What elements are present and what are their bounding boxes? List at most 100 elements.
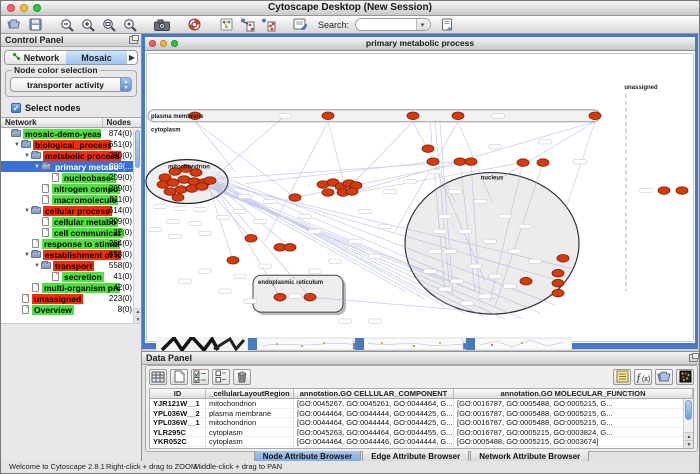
expanded-triangle-icon[interactable]: ▼ (23, 208, 31, 214)
column-header[interactable]: annotation.GO CELLULAR_COMPONENT (294, 389, 454, 398)
table-cell[interactable]: [GO:0044464, GO:0044444, GO:0044425, G..… (294, 409, 454, 418)
network-canvas[interactable]: plasma membranecytoplasmmitochondrionnuc… (145, 52, 695, 343)
select-attributes-icon[interactable] (191, 369, 209, 385)
tree-scrollbar[interactable]: ▲▼ (133, 128, 141, 323)
scroll-down-arrow[interactable]: ▼ (684, 440, 694, 448)
search-options-icon[interactable] (438, 17, 456, 33)
table-row[interactable]: YLR295Ccytoplasm[GO:0045263, GO:0044464,… (150, 428, 693, 438)
expanded-triangle-icon[interactable]: ▼ (23, 153, 31, 159)
tree-row[interactable]: cellular metabo209(0) (1, 216, 141, 227)
minimized-window-dark[interactable] (156, 337, 248, 351)
network-graph[interactable]: plasma membranecytoplasmmitochondrionnuc… (145, 52, 695, 343)
table-row[interactable]: YDR039C__1mitochondrion[GO:0044464, GO:0… (150, 447, 693, 450)
table-cell[interactable]: YPL036W__1 (150, 418, 206, 427)
tree-row[interactable]: ▼transport558(0) (1, 260, 141, 271)
delete-attribute-icon[interactable] (233, 369, 251, 385)
table-cell[interactable]: [GO:0016787, GO:0005488, GO:0005215, G..… (454, 447, 693, 450)
plasma-membrane-region[interactable] (148, 110, 600, 122)
tree-row[interactable]: ▼primary metabo209(... (1, 161, 141, 172)
expanded-triangle-icon[interactable]: ▼ (33, 263, 41, 269)
tab-mosaic[interactable]: Mosaic (66, 51, 127, 64)
tree-row[interactable]: secretion41(0) (1, 271, 141, 282)
column-header[interactable]: ID (150, 389, 206, 398)
background-windows[interactable] (152, 337, 572, 351)
layout-edges-icon[interactable] (259, 17, 277, 33)
table-cell[interactable]: [GO:0005488, GO:0005215, GO:0003674] (454, 437, 693, 446)
search-input[interactable] (356, 19, 416, 30)
scrollbar-thumb[interactable] (685, 400, 692, 420)
tree-row[interactable]: multi-organism pro42(0) (1, 282, 141, 293)
table-cell[interactable]: YLR295C (150, 428, 206, 437)
tree-row[interactable]: cell communicat22(0) (1, 227, 141, 238)
table-cell[interactable]: YJR121W__1 (150, 399, 206, 408)
table-cell[interactable]: mitochondrion (206, 399, 294, 408)
snapshot-icon[interactable] (153, 17, 171, 33)
annotation-icon[interactable] (291, 17, 309, 33)
network-overview-icon[interactable] (217, 17, 235, 33)
tree-row[interactable]: mosaic-demo-yeast874(0) (1, 128, 141, 139)
expanded-triangle-icon[interactable]: ▼ (13, 142, 21, 148)
float-data-panel-icon[interactable] (689, 354, 698, 362)
table-cell[interactable]: [GO:0045267, GO:0045261, GO:0044464, G..… (294, 399, 454, 408)
table-cell[interactable]: [GO:0016787, GO:0005488, GO:0005215, G..… (454, 409, 693, 418)
attribute-editor-icon[interactable] (613, 369, 631, 385)
table-scrollbar[interactable]: ▲ ▼ (683, 399, 693, 448)
table-cell[interactable]: mitochondrion (206, 418, 294, 427)
table-cell[interactable]: mitochondrion (206, 447, 294, 450)
tab-network[interactable]: Network (5, 51, 66, 64)
tree-row[interactable]: ▼cellular process614(0) (1, 205, 141, 216)
zoom-fit-icon[interactable] (100, 17, 118, 33)
table-cell[interactable]: YKR052C (150, 437, 206, 446)
unselect-attributes-icon[interactable] (212, 369, 230, 385)
zoom-in-icon[interactable] (79, 17, 97, 33)
tree-row[interactable]: Overview8(0) (1, 304, 141, 315)
table-row[interactable]: YPL036W__1mitochondrion[GO:0044464, GO:0… (150, 418, 693, 428)
tree-scrollbar-thumb[interactable] (135, 130, 140, 168)
minimized-window-1[interactable] (248, 338, 353, 350)
layout-nodes-icon[interactable] (238, 17, 256, 33)
table-cell[interactable]: [GO:0045263, GO:0044464, GO:0044455, G..… (294, 428, 454, 437)
scroll-up-arrow[interactable]: ▲ (684, 432, 694, 440)
tab-overflow-arrow[interactable]: ▶ (127, 53, 137, 62)
table-row[interactable]: YPL036W__2plasma membrane[GO:0044464, GO… (150, 409, 693, 419)
tree-row[interactable]: unassigned223(0) (1, 293, 141, 304)
network-view-titlebar[interactable]: primary metabolic process (145, 37, 695, 51)
import-attributes-icon[interactable] (655, 369, 673, 385)
table-cell[interactable]: [GO:0016787, GO:0005488, GO:0005215, G..… (454, 418, 693, 427)
tree-row[interactable]: response to stimulu264(0) (1, 238, 141, 249)
tree-row[interactable]: nitrogen compo209(0) (1, 183, 141, 194)
tree-row[interactable]: ▼metabolic process280(0) (1, 150, 141, 161)
table-cell[interactable]: YPL036W__2 (150, 409, 206, 418)
tree-row[interactable]: ▼establishment of lo558(0) (1, 249, 141, 260)
expanded-triangle-icon[interactable]: ▼ (33, 164, 41, 170)
table-row[interactable]: YKR052Ccytoplasm[GO:0044464, GO:0044446,… (150, 437, 693, 447)
table-cell[interactable]: [GO:0016787, GO:0005215, GO:0003824, G..… (454, 428, 693, 437)
attribute-matrix-icon[interactable] (676, 369, 694, 385)
help-icon[interactable] (185, 17, 203, 33)
column-header[interactable]: annotation.GO MOLECULAR_FUNCTION (454, 389, 693, 398)
table-cell[interactable]: cytoplasm (206, 437, 294, 446)
table-cell[interactable]: [GO:0016787, GO:0005488, GO:0005215, G..… (454, 399, 693, 408)
select-nodes-checkbox[interactable]: ✓ (11, 103, 21, 113)
minimized-window-2[interactable] (355, 338, 463, 350)
zoom-out-icon[interactable] (58, 17, 76, 33)
table-cell[interactable]: cytoplasm (206, 428, 294, 437)
tree-row[interactable]: ▼biological_process651(0) (1, 139, 141, 150)
table-cell[interactable]: [GO:0044464, GO:0044444, GO:0044425, G..… (294, 447, 454, 450)
function-builder-icon[interactable]: f(x) (634, 369, 652, 385)
open-file-icon[interactable] (5, 17, 23, 33)
float-panel-icon[interactable] (129, 36, 138, 44)
tree-row[interactable]: macromolecule311(0) (1, 194, 141, 205)
node-color-dropdown[interactable]: transporter activity ▲▼ (10, 77, 132, 92)
network-view-window[interactable]: primary metabolic process plasma membran… (142, 34, 698, 349)
table-cell[interactable]: [GO:0044464, GO:0044446, GO:0044444, G..… (294, 437, 454, 446)
minimized-window-3[interactable] (466, 338, 572, 350)
search-field[interactable]: ▾ (355, 18, 431, 31)
tree-scroll-up[interactable]: ▲ (134, 308, 141, 315)
create-new-attribute-icon[interactable] (170, 369, 188, 385)
expanded-triangle-icon[interactable]: ▼ (23, 252, 31, 258)
zoom-selected-icon[interactable] (121, 17, 139, 33)
save-session-icon[interactable] (26, 17, 44, 33)
tree-scroll-down[interactable]: ▼ (134, 316, 141, 323)
table-cell[interactable]: [GO:0044464, GO:0044444, GO:0044425, G..… (294, 418, 454, 427)
